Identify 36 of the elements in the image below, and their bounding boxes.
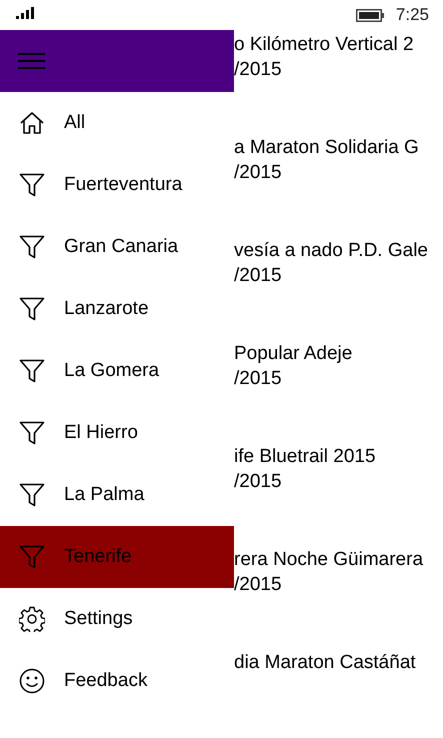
- filter-icon: [19, 483, 45, 507]
- filter-icon: [19, 545, 45, 569]
- event-date: /2015: [234, 58, 282, 82]
- event-date: /2015: [234, 470, 282, 494]
- clock-time: 7:25: [396, 5, 429, 25]
- home-icon: [19, 111, 45, 135]
- event-date: /2015: [234, 573, 282, 597]
- battery-icon: [356, 8, 384, 22]
- signal-icon: [16, 7, 36, 19]
- nav-item[interactable]: Settings: [0, 588, 234, 650]
- filter-icon: [19, 421, 45, 445]
- nav-item[interactable]: Lanzarote: [0, 278, 234, 340]
- event-date: /2015: [234, 367, 282, 391]
- event-title: a Maraton Solidaria G: [234, 136, 419, 160]
- settings-icon: [19, 606, 45, 632]
- nav-item[interactable]: Fuerteventura: [0, 154, 234, 216]
- nav-item[interactable]: All: [0, 92, 234, 154]
- event-title: rera Noche Güimarera: [234, 548, 424, 572]
- filter-icon: [19, 297, 45, 321]
- nav-item[interactable]: El Hierro: [0, 402, 234, 464]
- event-title: vesía a nado P.D. Gale: [234, 239, 428, 263]
- event-title: o Kilómetro Vertical 2: [234, 33, 414, 57]
- nav-item[interactable]: La Gomera: [0, 340, 234, 402]
- nav-item[interactable]: Gran Canaria: [0, 216, 234, 278]
- filter-icon: [19, 359, 45, 383]
- menu-icon: [18, 53, 45, 69]
- event-date: /2015: [234, 161, 282, 185]
- filter-icon: [19, 173, 45, 197]
- smiley-icon: [19, 668, 45, 694]
- nav-item[interactable]: Feedback: [0, 650, 234, 712]
- event-title: ife Bluetrail 2015: [234, 445, 376, 469]
- filter-icon: [19, 235, 45, 259]
- event-date: /2015: [234, 264, 282, 288]
- event-title: Popular Adeje: [234, 342, 352, 366]
- nav-item[interactable]: La Palma: [0, 464, 234, 526]
- event-title: dia Maraton Castáñat: [234, 651, 416, 675]
